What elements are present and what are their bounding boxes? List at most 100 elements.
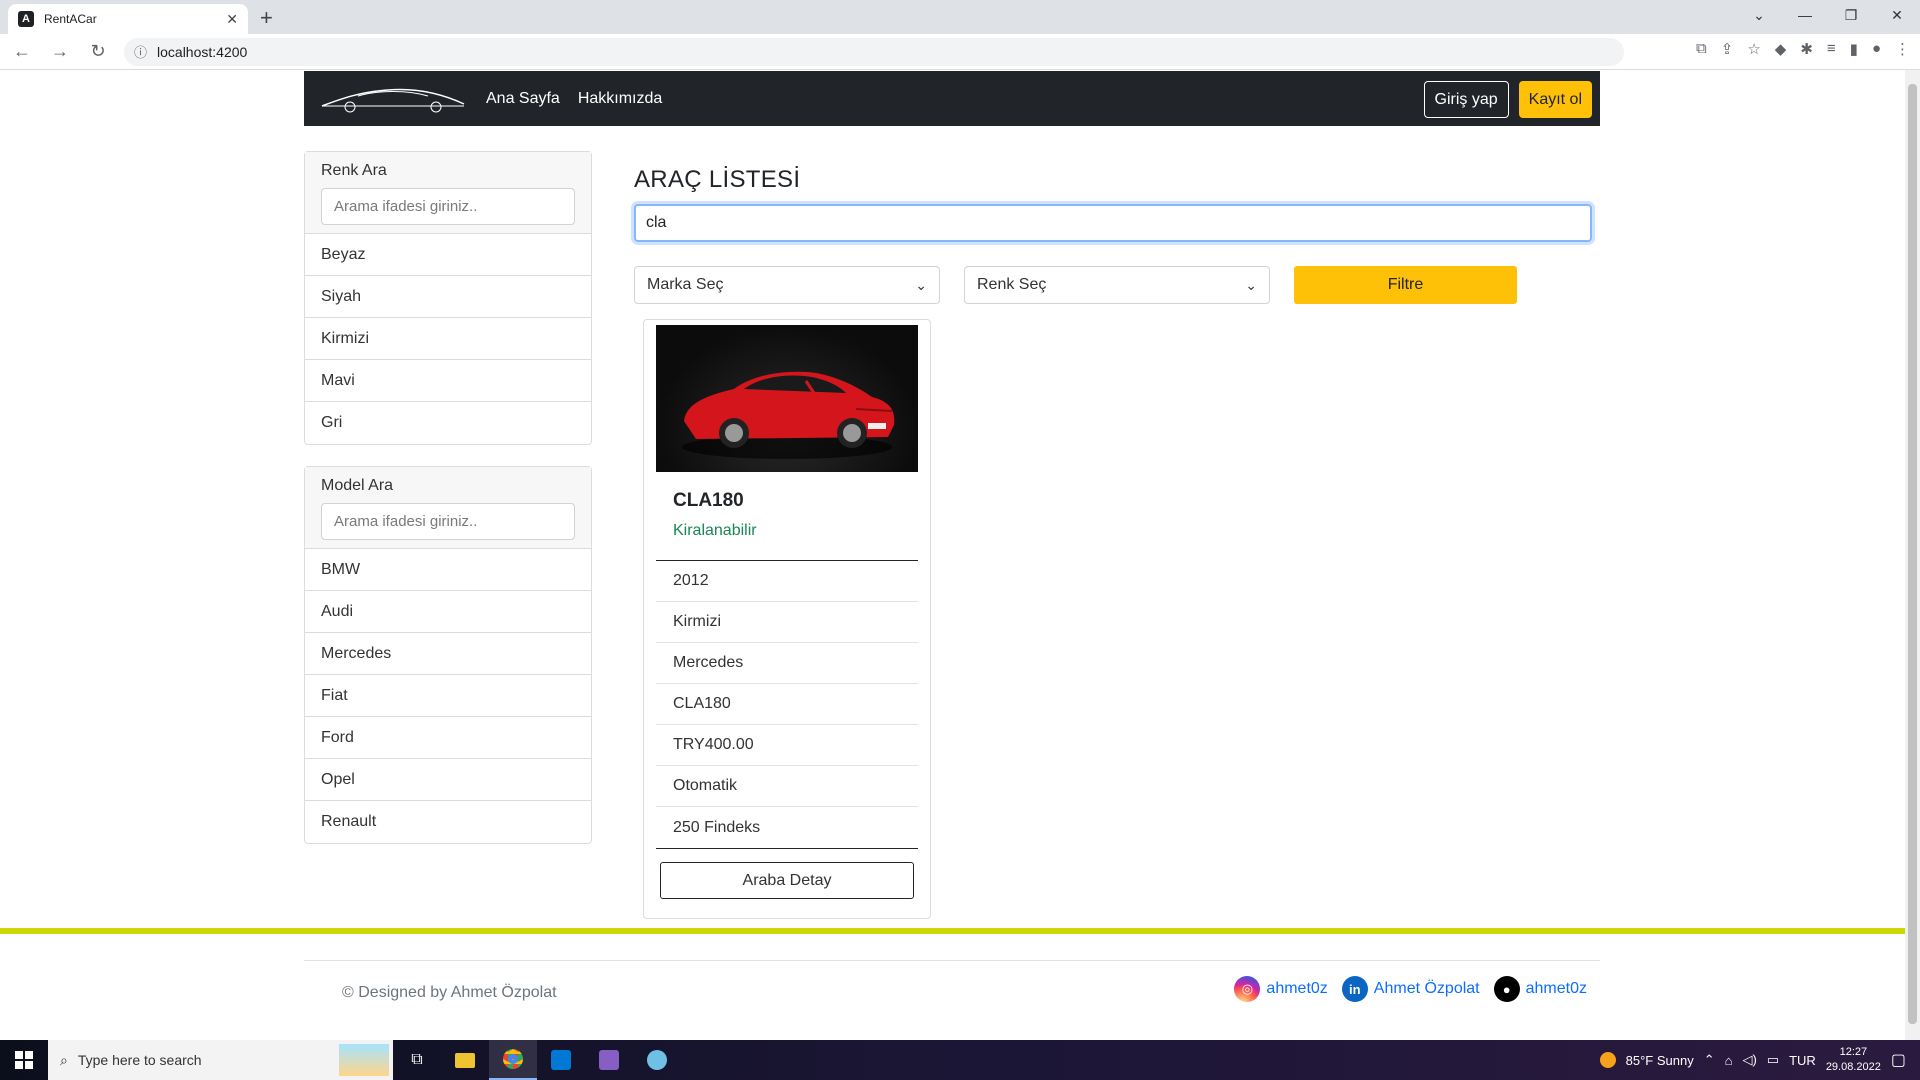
instagram-link[interactable]: ◎ ahmet0z [1234, 976, 1328, 1002]
file-explorer-icon[interactable] [441, 1040, 489, 1080]
car-model: CLA180 [656, 684, 918, 725]
instagram-icon: ◎ [1234, 976, 1261, 1002]
car-findeks: 250 Findeks [673, 818, 761, 836]
info-icon[interactable]: ⓘ [134, 42, 147, 61]
minimize-icon[interactable]: — [1782, 0, 1828, 30]
volume-icon[interactable]: ◁) [1742, 1052, 1756, 1068]
window-controls: ⌄ — ❐ ✕ [1736, 0, 1920, 34]
car-color: Kirmizi [656, 602, 918, 643]
brand-item-ford[interactable]: Ford [305, 717, 591, 759]
brand-item-fiat[interactable]: Fiat [305, 675, 591, 717]
notification-icon[interactable]: ▢ [1891, 1050, 1906, 1070]
address-bar[interactable]: ⓘ localhost:4200 [124, 37, 1624, 66]
brand-item-renault[interactable]: Renault [305, 801, 591, 843]
display-icon[interactable]: ▭ [1767, 1052, 1779, 1068]
search-icon: ⌕ [60, 1051, 68, 1068]
browser-tab[interactable]: A RentACar ✕ [8, 4, 248, 34]
color-search-input[interactable] [321, 188, 575, 225]
car-transmission: Otomatik [656, 766, 918, 807]
register-button[interactable]: Kayıt ol [1518, 81, 1592, 118]
language-indicator[interactable]: TUR [1789, 1053, 1816, 1068]
extension-badge-icon[interactable]: ◆ [1775, 40, 1787, 58]
linkedin-link[interactable]: in Ahmet Özpolat [1341, 976, 1480, 1002]
clock-time: 12:27 [1839, 1046, 1868, 1058]
close-window-icon[interactable]: ✕ [1874, 0, 1920, 30]
clock-date: 29.08.2022 [1825, 1061, 1881, 1073]
instagram-handle: ahmet0z [1266, 980, 1328, 997]
red-car-illustration [682, 371, 895, 459]
car-image [656, 325, 918, 472]
search-highlight-image [339, 1044, 389, 1076]
color-item-blue[interactable]: Mavi [305, 360, 591, 402]
brand-item-bmw[interactable]: BMW [305, 549, 591, 591]
clock[interactable]: 12:27 29.08.2022 [1826, 1045, 1881, 1075]
web-page: Ana Sayfa Hakkımızda Giriş yap Kayıt ol … [0, 70, 1905, 1040]
social-links: ◎ ahmet0z in Ahmet Özpolat ● ahmet0z [1234, 976, 1587, 1002]
brand-select[interactable]: Marka Seç ⌄ [634, 266, 940, 304]
brand-item-audi[interactable]: Audi [305, 591, 591, 633]
network-icon[interactable]: ⌂ [1725, 1053, 1733, 1068]
brand-item-opel[interactable]: Opel [305, 759, 591, 801]
login-button[interactable]: Giriş yap [1423, 81, 1509, 118]
forward-icon[interactable]: → [44, 41, 76, 62]
car-search-input[interactable] [634, 204, 1592, 242]
vscode-icon[interactable] [537, 1040, 585, 1080]
close-icon[interactable]: ✕ [226, 11, 238, 28]
color-item-black[interactable]: Siyah [305, 276, 591, 318]
car-detail-button[interactable]: Araba Detay [660, 862, 914, 899]
menu-icon[interactable]: ⋮ [1895, 40, 1910, 58]
translate-icon[interactable]: ⧉ [1696, 40, 1707, 58]
page-title: ARAÇ LİSTESİ [634, 166, 801, 193]
model-search-label: Model Ara [321, 477, 394, 494]
bookmark-star-icon[interactable]: ☆ [1747, 40, 1760, 58]
weather-text[interactable]: 85°F Sunny [1626, 1053, 1694, 1068]
footer-accent-bar [0, 928, 1905, 934]
color-search-label: Renk Ara [321, 162, 387, 179]
model-search-card: Model Ara BMW Audi Mercedes Fiat Ford Op… [304, 466, 592, 844]
puzzle-icon[interactable]: ✱ [1800, 40, 1813, 58]
back-icon[interactable]: ← [6, 41, 38, 62]
tab-search-icon[interactable]: ⌄ [1736, 0, 1782, 30]
brand-item-mercedes[interactable]: Mercedes [305, 633, 591, 675]
reload-icon[interactable]: ↻ [82, 41, 114, 62]
chevron-down-icon: ⌄ [1245, 276, 1257, 293]
navbar: Ana Sayfa Hakkımızda Giriş yap Kayıt ol [304, 71, 1600, 126]
scrollbar-thumb[interactable] [1908, 84, 1917, 1024]
copyright-text: © Designed by Ahmet Özpolat [342, 984, 557, 1001]
color-item-gray[interactable]: Gri [305, 402, 591, 444]
taskbar-search[interactable]: ⌕ Type here to search [48, 1040, 393, 1080]
profile-avatar-icon[interactable]: ● [1872, 40, 1881, 58]
url-text: localhost:4200 [157, 43, 248, 60]
chrome-icon[interactable] [489, 1040, 537, 1080]
color-item-red[interactable]: Kirmizi [305, 318, 591, 360]
github-icon: ● [1493, 976, 1520, 1002]
reading-list-icon[interactable]: ≡ [1827, 40, 1836, 58]
restore-icon[interactable]: ❐ [1828, 0, 1874, 30]
color-item-white[interactable]: Beyaz [305, 234, 591, 276]
car-status: Kiralanabilir [673, 522, 757, 539]
new-tab-icon[interactable]: + [260, 5, 273, 31]
footer-divider [304, 960, 1600, 961]
page-scrollbar[interactable] [1905, 70, 1920, 1040]
nav-link-about[interactable]: Hakkımızda [578, 90, 662, 108]
side-panel-icon[interactable]: ▮ [1850, 40, 1858, 58]
extension-icons: ⧉ ⇪ ☆ ◆ ✱ ≡ ▮ ● ⋮ [1696, 40, 1910, 58]
car-logo-icon[interactable] [318, 82, 468, 116]
task-view-icon[interactable]: ⧉ [393, 1040, 441, 1080]
nav-link-home[interactable]: Ana Sayfa [486, 90, 560, 108]
chevron-up-icon[interactable]: ⌃ [1704, 1052, 1715, 1068]
visual-studio-icon[interactable] [585, 1040, 633, 1080]
taskbar-search-placeholder: Type here to search [77, 1052, 202, 1068]
model-search-input[interactable] [321, 503, 575, 540]
windows-start-icon[interactable] [0, 1040, 48, 1080]
color-select[interactable]: Renk Seç ⌄ [964, 266, 1270, 304]
angular-icon: A [18, 11, 34, 27]
car-detail-list: 2012 Kirmizi Mercedes CLA180 TRY400.00 O… [656, 560, 918, 849]
car-price: TRY400.00 [656, 725, 918, 766]
car-year: 2012 [656, 561, 918, 602]
app-icon[interactable] [633, 1040, 681, 1080]
filter-button[interactable]: Filtre [1294, 266, 1517, 304]
share-icon[interactable]: ⇪ [1721, 40, 1734, 58]
auth-buttons: Giriş yap Kayıt ol [1423, 81, 1592, 118]
github-link[interactable]: ● ahmet0z [1493, 976, 1587, 1002]
